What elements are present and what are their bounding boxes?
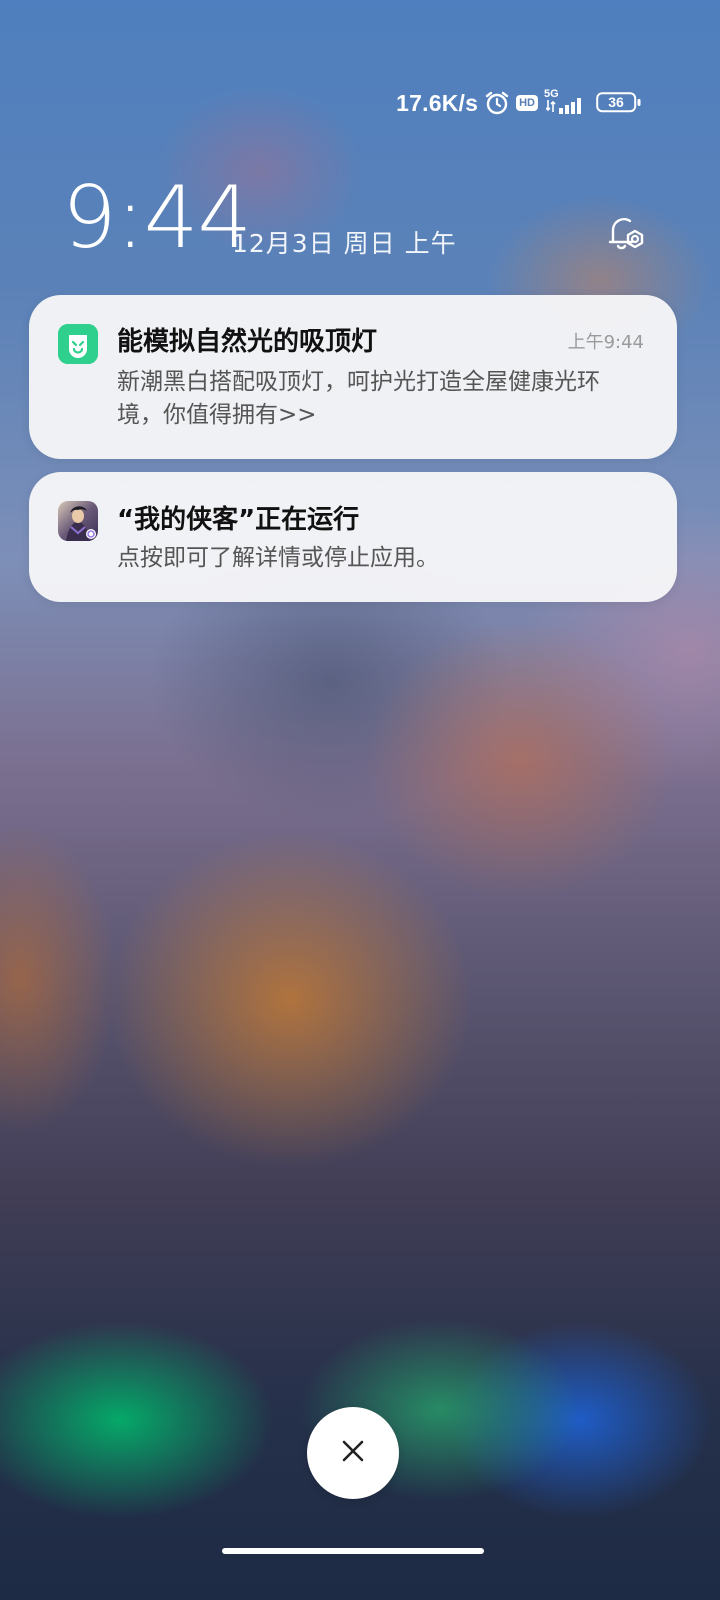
notification-title: 能模拟自然光的吸顶灯 (117, 327, 378, 357)
battery-indicator: 36 (596, 92, 642, 114)
notification-title: “我的侠客”正在运行 (117, 505, 360, 535)
cellular-signal: 5G (544, 88, 590, 116)
status-bar: 17.6K/s HD 5G 36 (396, 88, 642, 118)
notification-card-mijia[interactable]: 能模拟自然光的吸顶灯 上午9:44 新潮黑白搭配吸顶灯，呵护光打造全屋健康光环境… (29, 295, 677, 459)
notification-settings-icon[interactable] (604, 212, 648, 256)
network-speed: 17.6K/s (396, 89, 479, 116)
notification-body: 新潮黑白搭配吸顶灯，呵护光打造全屋健康光环境，你值得拥有>> (117, 369, 600, 428)
mijia-app-icon (58, 324, 98, 364)
lockscreen-clock: 9:44 (62, 168, 252, 268)
lockscreen-date: 12月3日 周日 上午 (232, 229, 457, 258)
alarm-clock-icon (484, 90, 510, 116)
notification-body: 点按即可了解详情或停止应用。 (117, 545, 439, 571)
clear-notifications-button[interactable] (307, 1407, 399, 1499)
signal-bars-icon (546, 98, 588, 114)
notification-card-game[interactable]: “我的侠客”正在运行 点按即可了解详情或停止应用。 (29, 472, 677, 602)
battery-level: 36 (608, 94, 624, 110)
game-app-icon (58, 501, 98, 541)
home-indicator-bar[interactable] (222, 1548, 484, 1554)
notification-time: 上午9:44 (567, 332, 644, 353)
hd-voice-badge: HD (516, 95, 538, 111)
close-icon (340, 1438, 366, 1468)
